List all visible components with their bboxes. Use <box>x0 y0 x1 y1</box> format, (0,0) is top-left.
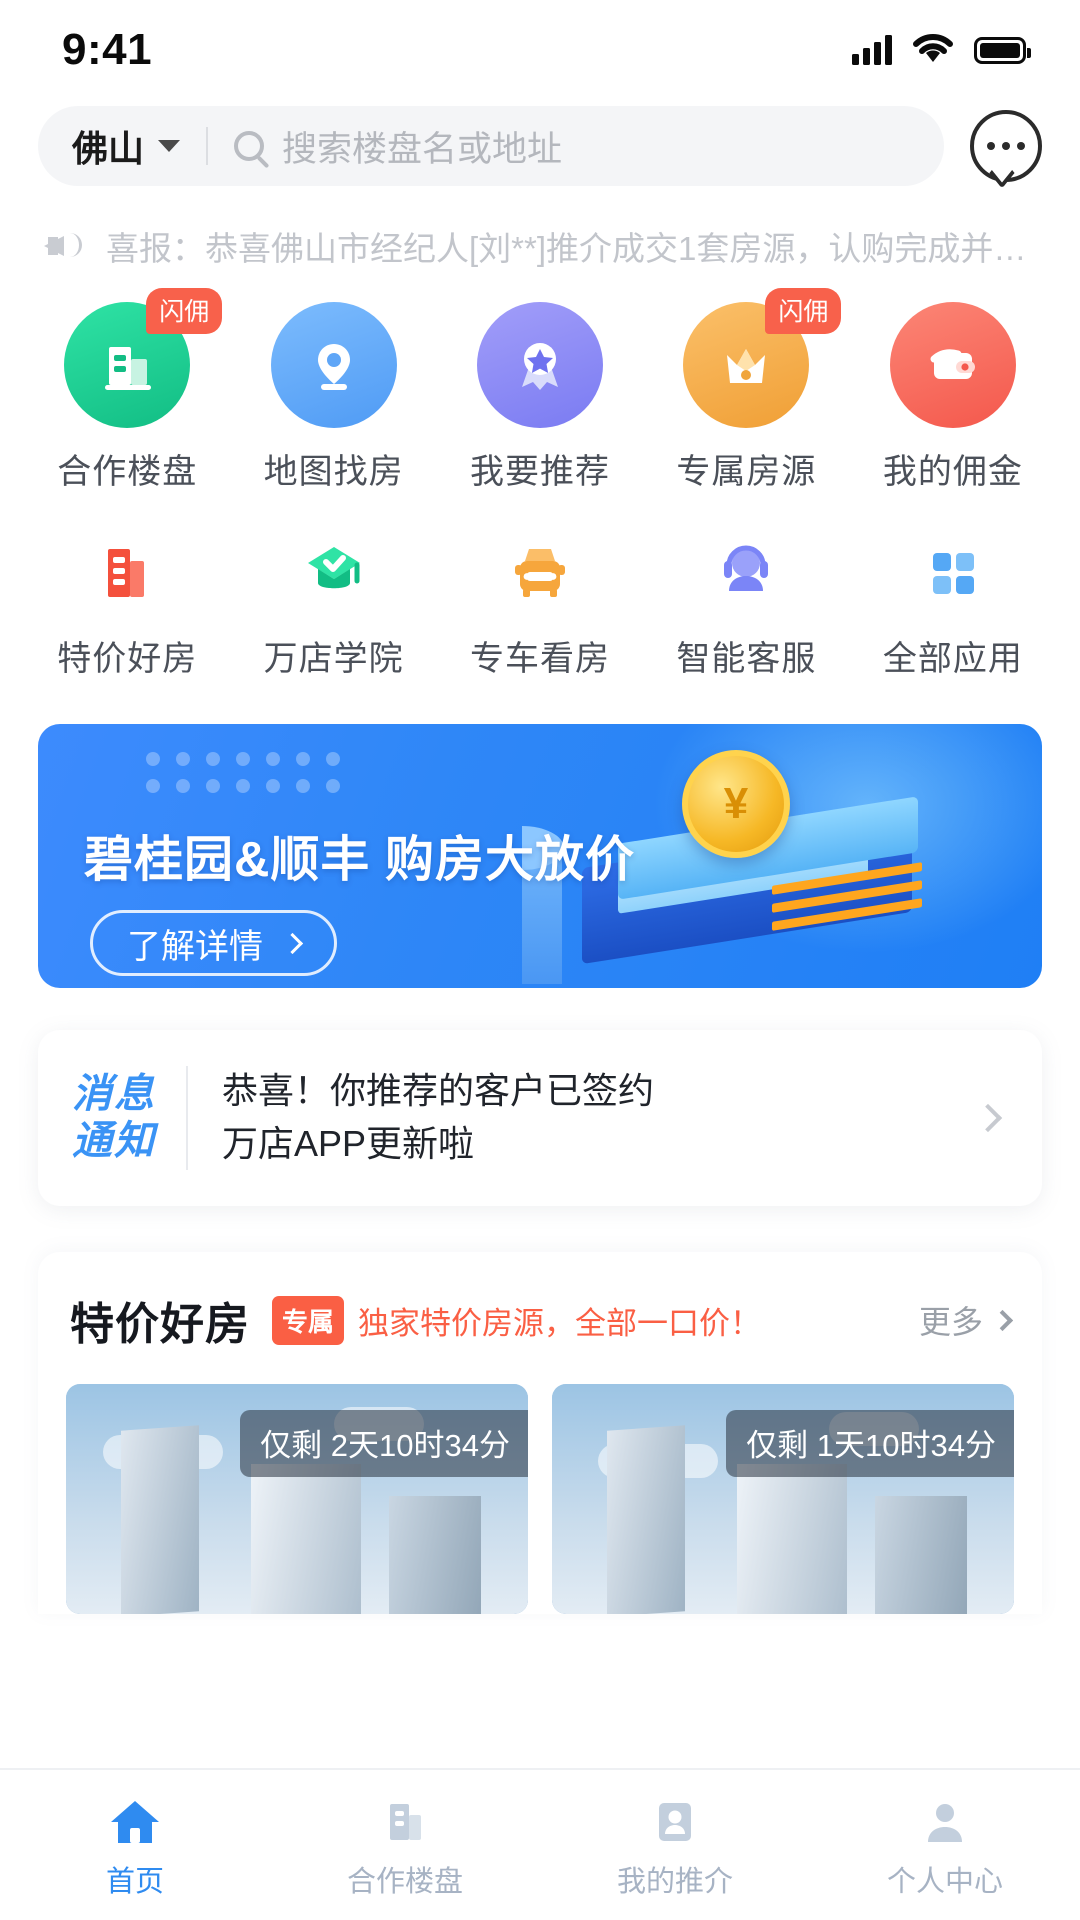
banner-dots-decoration <box>146 752 340 806</box>
deals-section: 特价好房 专属 独家特价房源，全部一口价！ 更多 仅剩 2天10时34分 仅剩 … <box>38 1252 1042 1614</box>
car-icon <box>495 527 585 617</box>
quick-entry-label: 我要推荐 <box>470 453 611 491</box>
quick-entry-label: 地图找房 <box>263 453 404 491</box>
bottom-tab-bar: 首页 合作楼盘 我的推介 个人中心 <box>0 1768 1080 1920</box>
quick-entry-wodeyongjin[interactable]: 我的佣金 <box>850 302 1056 493</box>
message-tag: 消息 通知 <box>72 1071 156 1165</box>
deals-more-link[interactable]: 更多 <box>918 1297 1014 1343</box>
deals-header: 特价好房 专属 独家特价房源，全部一口价！ 更多 <box>38 1288 1042 1352</box>
headset-agent-icon <box>701 527 791 617</box>
building-icon: 闪佣 <box>64 288 223 428</box>
city-selector[interactable]: 佛山 <box>72 120 181 172</box>
deal-card-list: 仅剩 2天10时34分 仅剩 1天10时34分 <box>38 1352 1042 1614</box>
announcement-bar[interactable]: 喜报：恭喜佛山市经纪人[刘**]推介成交1套房源，认购完成并完… <box>0 192 1080 288</box>
banner-cta-label: 了解详情 <box>127 927 263 966</box>
quick-entry-zhuanshufangyuan[interactable]: 闪佣 专属房源 <box>643 288 849 493</box>
divider <box>186 1066 188 1170</box>
quick-entry-label: 我的佣金 <box>882 453 1023 491</box>
chevron-right-icon <box>281 932 304 954</box>
megaphone-icon <box>44 229 84 263</box>
message-tag-line1: 消息 <box>72 1072 156 1117</box>
badge-flash-commission: 闪佣 <box>765 288 842 334</box>
grid-apps-icon <box>908 527 998 617</box>
medal-star-icon <box>477 302 604 428</box>
search-bar[interactable]: 佛山 搜索楼盘名或地址 <box>38 106 944 186</box>
tab-label: 首页 <box>105 1866 164 1898</box>
banner-title: 碧桂园&顺丰 购房大放价 <box>84 833 636 887</box>
divider <box>206 127 209 165</box>
tab-label: 我的推介 <box>616 1866 733 1898</box>
quick-entry-label: 特价好房 <box>57 640 198 678</box>
quick-entry-label: 智能客服 <box>676 640 817 678</box>
deals-badge: 专属 <box>272 1295 345 1345</box>
deal-card[interactable]: 仅剩 2天10时34分 <box>66 1384 528 1614</box>
id-card-icon <box>649 1790 701 1848</box>
chevron-down-icon <box>158 140 181 152</box>
tab-home[interactable]: 首页 <box>0 1790 270 1900</box>
quick-entry-zhuanchekanfang[interactable]: 专车看房 <box>437 527 643 680</box>
message-line-2: 万店APP更新啦 <box>222 1123 475 1164</box>
quick-entry-row-1: 闪佣 合作楼盘 地图找房 我要推荐 闪佣 专属房源 我的佣金 <box>24 288 1056 493</box>
deals-title: 特价好房 <box>70 1300 250 1349</box>
quick-entry-hezuolaupan[interactable]: 闪佣 合作楼盘 <box>24 288 230 493</box>
wifi-icon <box>910 31 956 70</box>
price-building-icon <box>82 527 172 617</box>
city-label: 佛山 <box>72 128 145 169</box>
tab-my-referrals[interactable]: 我的推介 <box>540 1790 810 1900</box>
quick-entry-label: 专车看房 <box>470 640 611 678</box>
message-tag-line2: 通知 <box>72 1119 156 1163</box>
deal-countdown: 仅剩 1天10时34分 <box>726 1410 1014 1477</box>
status-bar: 9:41 <box>0 0 1080 100</box>
message-line-1: 恭喜！你推荐的客户已签约 <box>222 1070 655 1112</box>
quick-entry-ditufangfang[interactable]: 地图找房 <box>230 302 436 493</box>
home-icon <box>107 1790 163 1848</box>
deal-countdown: 仅剩 2天10时34分 <box>240 1410 528 1477</box>
search-input[interactable]: 搜索楼盘名或地址 <box>282 121 562 172</box>
search-icon <box>234 131 265 161</box>
status-indicators <box>852 31 1031 70</box>
quick-entry-zhinengkefu[interactable]: 智能客服 <box>643 527 849 680</box>
quick-entry-wandianxueyuan[interactable]: 万店学院 <box>230 527 436 680</box>
tab-profile[interactable]: 个人中心 <box>810 1790 1080 1900</box>
search-row: 佛山 搜索楼盘名或地址 <box>0 100 1080 192</box>
message-notification-card[interactable]: 消息 通知 恭喜！你推荐的客户已签约 万店APP更新啦 <box>38 1030 1042 1206</box>
wallet-icon <box>889 302 1016 428</box>
building-icon <box>379 1790 431 1848</box>
deal-card[interactable]: 仅剩 1天10时34分 <box>552 1384 1014 1614</box>
quick-entry-woyaotuijian[interactable]: 我要推荐 <box>437 302 643 493</box>
chevron-right-icon <box>991 1309 1014 1331</box>
quick-entry-quanbuyingyong[interactable]: 全部应用 <box>850 527 1056 680</box>
chevron-right-icon[interactable] <box>973 1103 1003 1133</box>
announcement-text: 喜报：恭喜佛山市经纪人[刘**]推介成交1套房源，认购完成并完… <box>106 230 1036 267</box>
banner-cta-button[interactable]: 了解详情 <box>90 910 337 976</box>
deals-more-label: 更多 <box>918 1304 983 1340</box>
person-icon <box>919 1790 971 1848</box>
tab-label: 个人中心 <box>886 1866 1003 1898</box>
badge-flash-commission: 闪佣 <box>146 288 223 334</box>
quick-entry-label: 全部应用 <box>882 640 1023 678</box>
quick-entry-label: 万店学院 <box>263 640 404 678</box>
promo-banner[interactable]: ¥ 碧桂园&顺丰 购房大放价 了解详情 <box>38 724 1042 988</box>
cellular-signal-icon <box>852 35 892 65</box>
graduation-cap-icon <box>289 527 379 617</box>
deals-subtitle: 独家特价房源，全部一口价！ <box>358 1305 762 1341</box>
battery-icon <box>974 36 1031 64</box>
coin-icon: ¥ <box>682 750 790 858</box>
message-body: 恭喜！你推荐的客户已签约 万店APP更新啦 <box>222 1065 978 1170</box>
status-time: 9:41 <box>62 25 153 74</box>
crown-icon: 闪佣 <box>683 288 842 428</box>
tab-label: 合作楼盘 <box>346 1866 463 1898</box>
quick-entry-label: 合作楼盘 <box>57 453 198 491</box>
tab-partner-properties[interactable]: 合作楼盘 <box>270 1790 540 1900</box>
quick-entry-grid: 闪佣 合作楼盘 地图找房 我要推荐 闪佣 专属房源 我的佣金 特价好房 万店学院… <box>0 288 1080 680</box>
chat-bubble-icon[interactable] <box>970 110 1042 182</box>
quick-entry-row-2: 特价好房 万店学院 专车看房 智能客服 全部应用 <box>24 493 1056 680</box>
quick-entry-label: 专属房源 <box>676 453 817 491</box>
map-pin-icon <box>270 302 397 428</box>
quick-entry-tejiahaofang[interactable]: 特价好房 <box>24 527 230 680</box>
